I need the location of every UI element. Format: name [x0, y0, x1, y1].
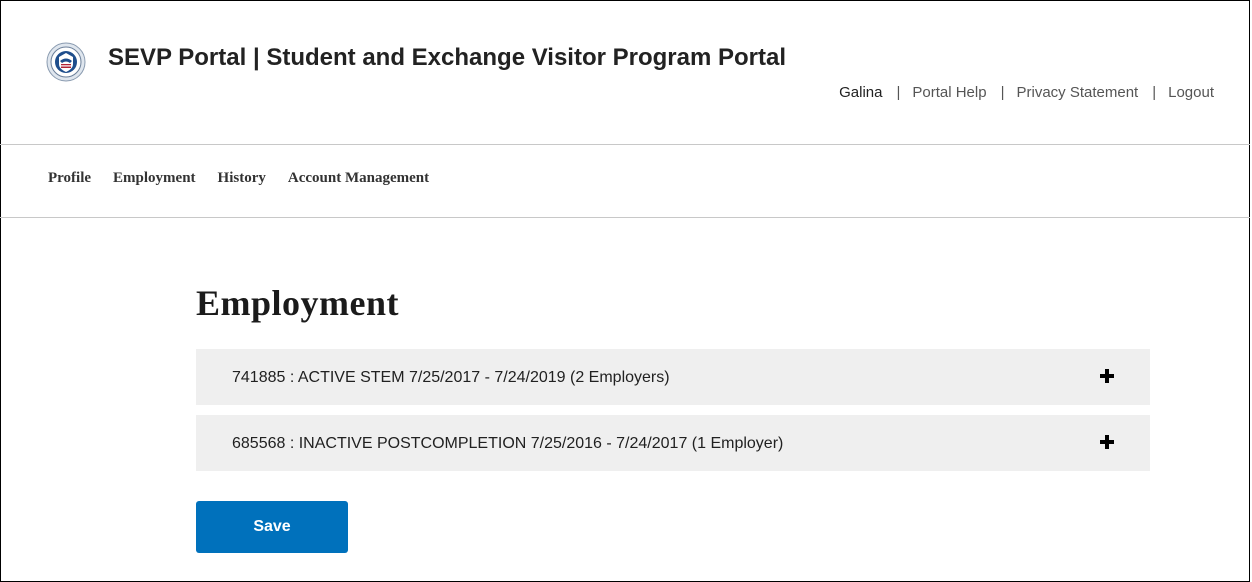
save-button[interactable]: Save	[196, 501, 348, 553]
accordion-item-label: 741885 : ACTIVE STEM 7/25/2017 - 7/24/20…	[232, 369, 670, 386]
employment-accordion: 741885 : ACTIVE STEM 7/25/2017 - 7/24/20…	[196, 349, 1150, 481]
separator: |	[896, 84, 901, 101]
dhs-seal-icon	[46, 42, 86, 82]
nav-item-employment[interactable]: Employment	[113, 170, 196, 187]
nav-item-profile[interactable]: Profile	[48, 170, 91, 187]
separator: |	[1152, 84, 1157, 101]
app-title: SEVP Portal | Student and Exchange Visit…	[108, 44, 786, 71]
accordion-item-741885[interactable]: 741885 : ACTIVE STEM 7/25/2017 - 7/24/20…	[196, 349, 1150, 405]
nav-item-account-management[interactable]: Account Management	[288, 170, 429, 187]
accordion-item-685568[interactable]: 685568 : INACTIVE POSTCOMPLETION 7/25/20…	[196, 415, 1150, 471]
main-nav: Profile Employment History Account Manag…	[0, 145, 1250, 218]
nav-item-history[interactable]: History	[218, 170, 266, 187]
accordion-item-label: 685568 : INACTIVE POSTCOMPLETION 7/25/20…	[232, 435, 784, 452]
user-name: Galina	[839, 84, 883, 101]
site-header: SEVP Portal | Student and Exchange Visit…	[0, 0, 1250, 145]
portal-help-link[interactable]: Portal Help	[912, 84, 986, 101]
privacy-statement-link[interactable]: Privacy Statement	[1016, 84, 1138, 101]
separator: |	[1000, 84, 1005, 101]
logout-link[interactable]: Logout	[1168, 84, 1214, 101]
plus-icon[interactable]	[1100, 369, 1114, 383]
plus-icon[interactable]	[1100, 435, 1114, 449]
utility-nav: Galina | Portal Help | Privacy Statement…	[839, 84, 1214, 101]
page-title: Employment	[196, 283, 399, 323]
